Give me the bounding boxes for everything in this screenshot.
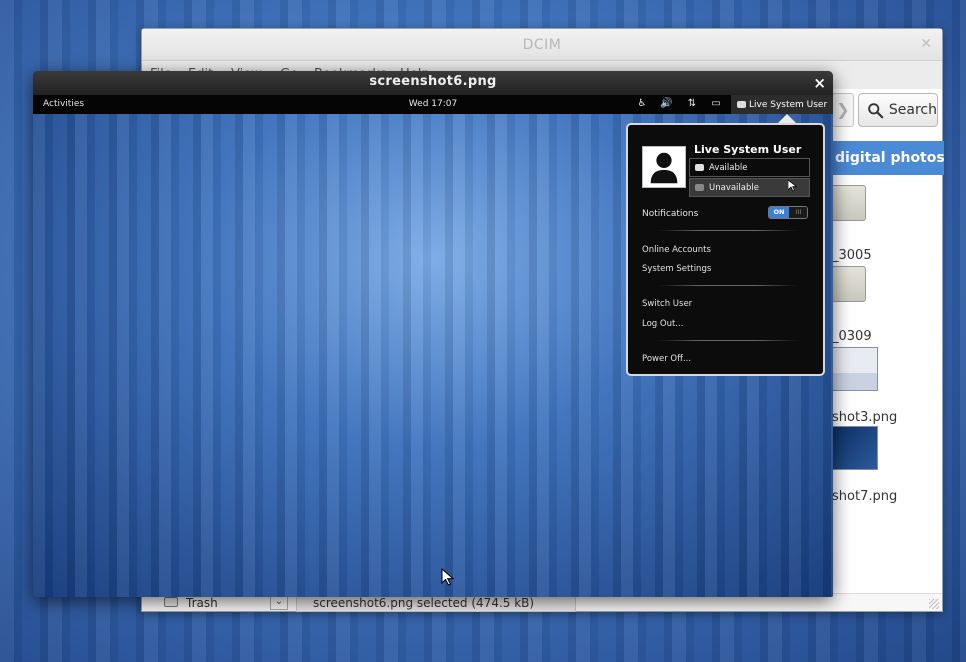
file-manager-titlebar[interactable]: DCIM ✕ [142, 29, 942, 61]
power-off-item[interactable]: Power Off... [642, 354, 691, 364]
accessibility-icon[interactable]: ♿ [636, 98, 648, 110]
file-item-label: _3005 [832, 248, 872, 263]
status-unavailable-label: Unavailable [709, 182, 759, 193]
chat-status-icon [737, 101, 746, 108]
notifications-toggle[interactable]: ON III [768, 206, 808, 219]
info-banner: digital photos. [830, 141, 944, 175]
search-icon [868, 102, 884, 118]
image-icon [832, 347, 878, 391]
file-item-label: _0309 [832, 329, 872, 344]
resize-grip-icon[interactable] [929, 599, 939, 609]
chat-available-icon [695, 164, 704, 171]
popup-arrow [778, 114, 796, 123]
menu-separator [658, 340, 798, 341]
toggle-on-label: ON [769, 207, 789, 218]
file-manager-title: DCIM [522, 37, 562, 53]
search-button[interactable]: Search [858, 93, 938, 127]
image-viewer-title: screenshot6.png [369, 74, 497, 89]
file-item-label: shot3.png [832, 410, 898, 425]
mouse-pointer-icon [788, 180, 797, 192]
network-icon[interactable]: ⇅ [686, 98, 698, 110]
user-menu-label: Live System User [749, 99, 828, 110]
forward-button[interactable]: ❯ [832, 93, 854, 127]
image-viewer-close-icon[interactable]: × [813, 74, 826, 92]
user-status-menu: Live System User Available Unavailable N… [626, 123, 825, 376]
folder-icon [832, 266, 866, 302]
chevron-right-icon: ❯ [836, 100, 850, 119]
user-menu-button[interactable]: Live System User [731, 95, 833, 114]
user-avatar-icon [650, 152, 678, 184]
image-viewer-titlebar[interactable]: screenshot6.png × [33, 71, 833, 95]
file-item[interactable]: shot7.png [832, 426, 932, 504]
trash-icon [164, 597, 178, 607]
system-settings-item[interactable]: System Settings [642, 264, 711, 274]
log-out-item[interactable]: Log Out... [642, 319, 683, 329]
avatar[interactable] [642, 146, 686, 188]
file-item[interactable]: _3005 [832, 185, 932, 263]
file-item[interactable]: shot3.png [832, 347, 932, 425]
menu-separator [658, 285, 798, 286]
chevron-down-icon: ⌄ [274, 596, 284, 607]
search-button-label: Search [888, 102, 937, 118]
popup-username: Live System User [694, 143, 802, 156]
chat-unavailable-icon [695, 184, 704, 191]
status-available-label: Available [709, 162, 748, 173]
screenshot-top-bar: Activities Wed 17:07 ♿ 🔊 ⇅ ▭ Live System… [33, 95, 833, 114]
folder-icon [832, 185, 866, 221]
image-icon [832, 426, 878, 470]
menu-separator [658, 230, 798, 231]
online-accounts-item[interactable]: Online Accounts [642, 245, 711, 255]
switch-user-item[interactable]: Switch User [642, 299, 692, 309]
volume-icon[interactable]: 🔊 [660, 98, 672, 110]
display-icon[interactable]: ▭ [710, 98, 722, 110]
image-viewer-window: screenshot6.png × Activities Wed 17:07 ♿… [33, 71, 833, 597]
toggle-knob: III [790, 207, 807, 218]
file-item-label: shot7.png [832, 489, 898, 504]
mouse-pointer-icon [441, 568, 455, 586]
sidebar-item-trash[interactable]: Trash [186, 596, 218, 610]
file-item[interactable]: _0309 [832, 266, 932, 344]
notifications-label: Notifications [642, 209, 699, 219]
status-available-item[interactable]: Available [689, 158, 810, 177]
file-manager-close-icon[interactable]: ✕ [920, 36, 932, 52]
